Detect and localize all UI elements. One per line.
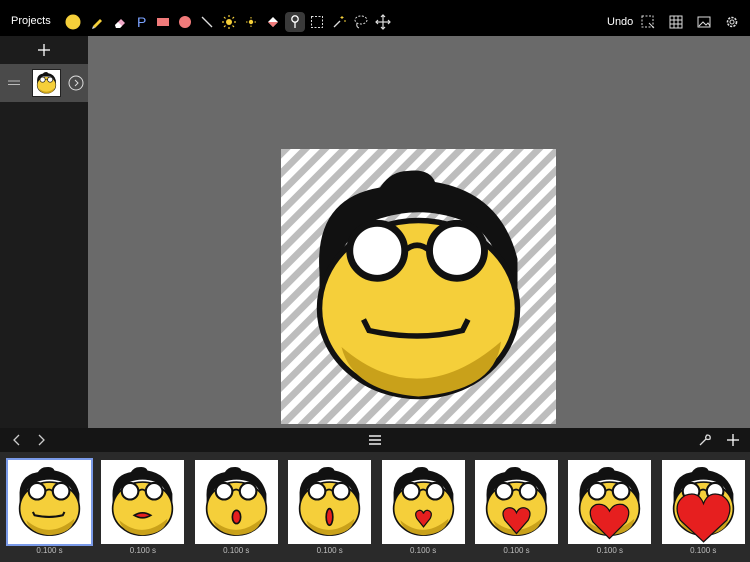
frame-duration: 0.100 s bbox=[503, 546, 530, 555]
text-tool-icon[interactable]: P bbox=[132, 12, 152, 32]
selection-icon[interactable] bbox=[638, 12, 658, 32]
rect-select-icon[interactable] bbox=[307, 12, 327, 32]
layer-thumbnail bbox=[32, 69, 61, 97]
animation-frame[interactable] bbox=[661, 460, 745, 544]
add-layer-button[interactable] bbox=[34, 40, 54, 60]
frame-duration: 0.100 s bbox=[223, 546, 250, 555]
artboard[interactable] bbox=[281, 149, 556, 424]
drag-handle-icon[interactable] bbox=[8, 80, 20, 86]
pencil-icon[interactable] bbox=[87, 12, 107, 32]
eraser-icon[interactable] bbox=[110, 12, 130, 32]
frame-thumbnail bbox=[392, 465, 455, 537]
animation-frame[interactable] bbox=[288, 460, 372, 544]
frame-duration: 0.100 s bbox=[409, 546, 437, 555]
animation-frame[interactable] bbox=[6, 458, 93, 546]
canvas-workspace[interactable] bbox=[88, 36, 750, 428]
line-icon[interactable] bbox=[197, 12, 217, 32]
frame-duration: 0.100 s bbox=[690, 546, 717, 555]
eyedropper-icon[interactable] bbox=[285, 12, 305, 32]
grid-icon[interactable] bbox=[666, 12, 686, 32]
magic-wand-icon[interactable] bbox=[329, 12, 349, 32]
rectangle-icon[interactable] bbox=[153, 12, 173, 32]
chevron-right-icon[interactable] bbox=[33, 432, 49, 448]
animation-frame[interactable] bbox=[381, 460, 465, 544]
frames-strip: 0.100 s 0.100 s 0.100 s 0.100 s 0.100 s 0.100… bbox=[0, 452, 750, 562]
fill-bucket-icon[interactable] bbox=[263, 12, 283, 32]
small-sun-icon[interactable] bbox=[241, 12, 261, 32]
frame-thumbnail bbox=[485, 465, 548, 537]
animation-frame[interactable] bbox=[568, 460, 652, 544]
plus-icon bbox=[38, 44, 50, 56]
animation-frame[interactable] bbox=[194, 460, 278, 544]
frame-thumbnail bbox=[578, 465, 641, 540]
menu-icon[interactable] bbox=[367, 432, 383, 448]
frame-thumbnail bbox=[298, 465, 361, 537]
settings-icon[interactable] bbox=[722, 12, 742, 32]
frame-duration: 0.100 s bbox=[596, 546, 624, 555]
add-frame-button[interactable] bbox=[725, 432, 741, 448]
animation-frame[interactable] bbox=[101, 460, 185, 544]
frame-duration: 0.100 s bbox=[36, 546, 63, 555]
layer-row[interactable] bbox=[0, 64, 88, 102]
color-swatch[interactable] bbox=[63, 12, 83, 32]
wrench-icon[interactable] bbox=[697, 432, 713, 448]
layers-panel bbox=[0, 36, 88, 428]
frame-duration: 0.100 s bbox=[129, 546, 157, 555]
frame-thumbnail bbox=[205, 465, 268, 537]
frame-duration: 0.100 s bbox=[316, 546, 343, 555]
undo-button[interactable]: Undo bbox=[607, 16, 633, 28]
projects-button[interactable]: Projects bbox=[11, 15, 51, 27]
timeline-bar bbox=[0, 428, 750, 452]
image-icon[interactable] bbox=[694, 12, 714, 32]
svg-text:P: P bbox=[137, 14, 146, 30]
chevron-right-circle-icon[interactable] bbox=[68, 75, 84, 91]
frame-thumbnail bbox=[18, 465, 81, 537]
ellipse-icon[interactable] bbox=[175, 12, 195, 32]
plus-icon bbox=[727, 434, 739, 446]
frame-thumbnail bbox=[672, 465, 735, 543]
chevron-left-icon[interactable] bbox=[9, 432, 25, 448]
frame-thumbnail bbox=[111, 465, 174, 537]
sun-icon[interactable] bbox=[219, 12, 239, 32]
lasso-icon[interactable] bbox=[351, 12, 371, 32]
animation-frame[interactable] bbox=[475, 460, 558, 544]
move-icon[interactable] bbox=[373, 12, 393, 32]
